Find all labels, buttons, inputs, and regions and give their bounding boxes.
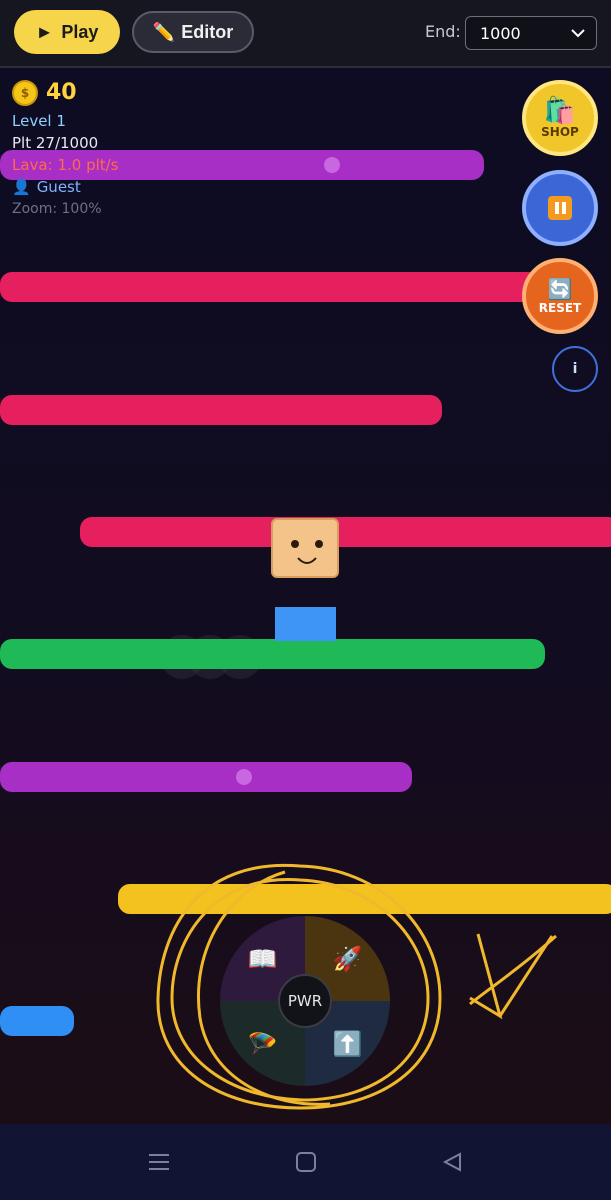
play-icon: ► [35,21,54,42]
up-arrow-icon: ⬆️ [332,1029,363,1058]
editor-button[interactable]: ✏️ Editor [132,11,254,53]
player-smile [297,557,317,564]
lava-speed-text: Lava: 1.0 plt/s [12,156,119,174]
user-label: 👤 Guest [12,176,119,198]
rocket-icon: 🚀 [332,944,363,973]
platform-yellow [118,884,611,914]
menu-icon [149,1154,169,1170]
platform-magenta [0,762,412,792]
end-label: End: [425,22,461,41]
level-text: Level 1 [12,112,66,130]
home-button[interactable] [290,1146,322,1178]
platform-progress-text: Plt 27/1000 [12,134,99,152]
hud-panel: $ 40 Level 1 Plt 27/1000 Lava: 1.0 plt/s… [12,80,119,220]
pause-bar [554,202,559,214]
player-character [271,518,339,578]
coin-icon: $ [12,80,38,106]
platform-gem [236,769,252,785]
platform-green [0,639,545,669]
square-icon [296,1152,316,1172]
shop-button[interactable]: 🛍️ SHOP [522,80,598,156]
play-label: Play [61,21,99,42]
top-toolbar: ► Play ✏️ Editor End: 1000 [0,0,611,68]
pause-bar [561,202,566,214]
parachute-icon: 🪂 [247,1029,278,1058]
reset-icon: 🔄 [547,277,573,301]
triangle-back-icon [442,1152,461,1172]
player-eye [315,540,323,548]
chevron-down-icon [571,29,585,38]
coin-count: 40 [46,80,77,105]
user-name: Guest [36,178,81,196]
player-eye [291,540,299,548]
info-icon: i [572,361,578,377]
coin-counter: $ 40 [12,80,119,106]
game-canvas[interactable]: $ 40 Level 1 Plt 27/1000 Lava: 1.0 plt/s… [0,68,611,1124]
platform-pink [80,517,611,547]
end-select-value: 1000 [480,23,521,43]
platform-blue [0,1006,74,1036]
shopping-bags-icon: 🛍️ [543,96,577,126]
platform-gem [324,157,340,173]
blue-block [275,607,336,641]
pause-button[interactable] [522,170,598,246]
platform-pink [0,395,442,425]
back-button[interactable] [436,1146,468,1178]
platform-pink [0,272,540,302]
user-icon: 👤 [12,178,31,196]
book-icon: 📖 [247,944,278,973]
pencil-icon: ✏️ [152,21,176,42]
reset-label: RESET [538,301,582,315]
editor-label: Editor [181,21,234,42]
power-wheel-center-button[interactable]: PWR [278,974,332,1028]
reset-button[interactable]: 🔄 RESET [522,258,598,334]
shop-label: SHOP [541,125,579,139]
play-button[interactable]: ► Play [14,10,120,54]
system-nav-bar [0,1124,611,1200]
pause-icon [548,196,572,220]
recent-apps-button[interactable] [143,1146,175,1178]
power-wheel-label: PWR [287,992,323,1010]
info-button[interactable]: i [552,346,598,392]
zoom-text: Zoom: 100% [12,201,102,217]
end-select[interactable]: 1000 [465,16,597,50]
